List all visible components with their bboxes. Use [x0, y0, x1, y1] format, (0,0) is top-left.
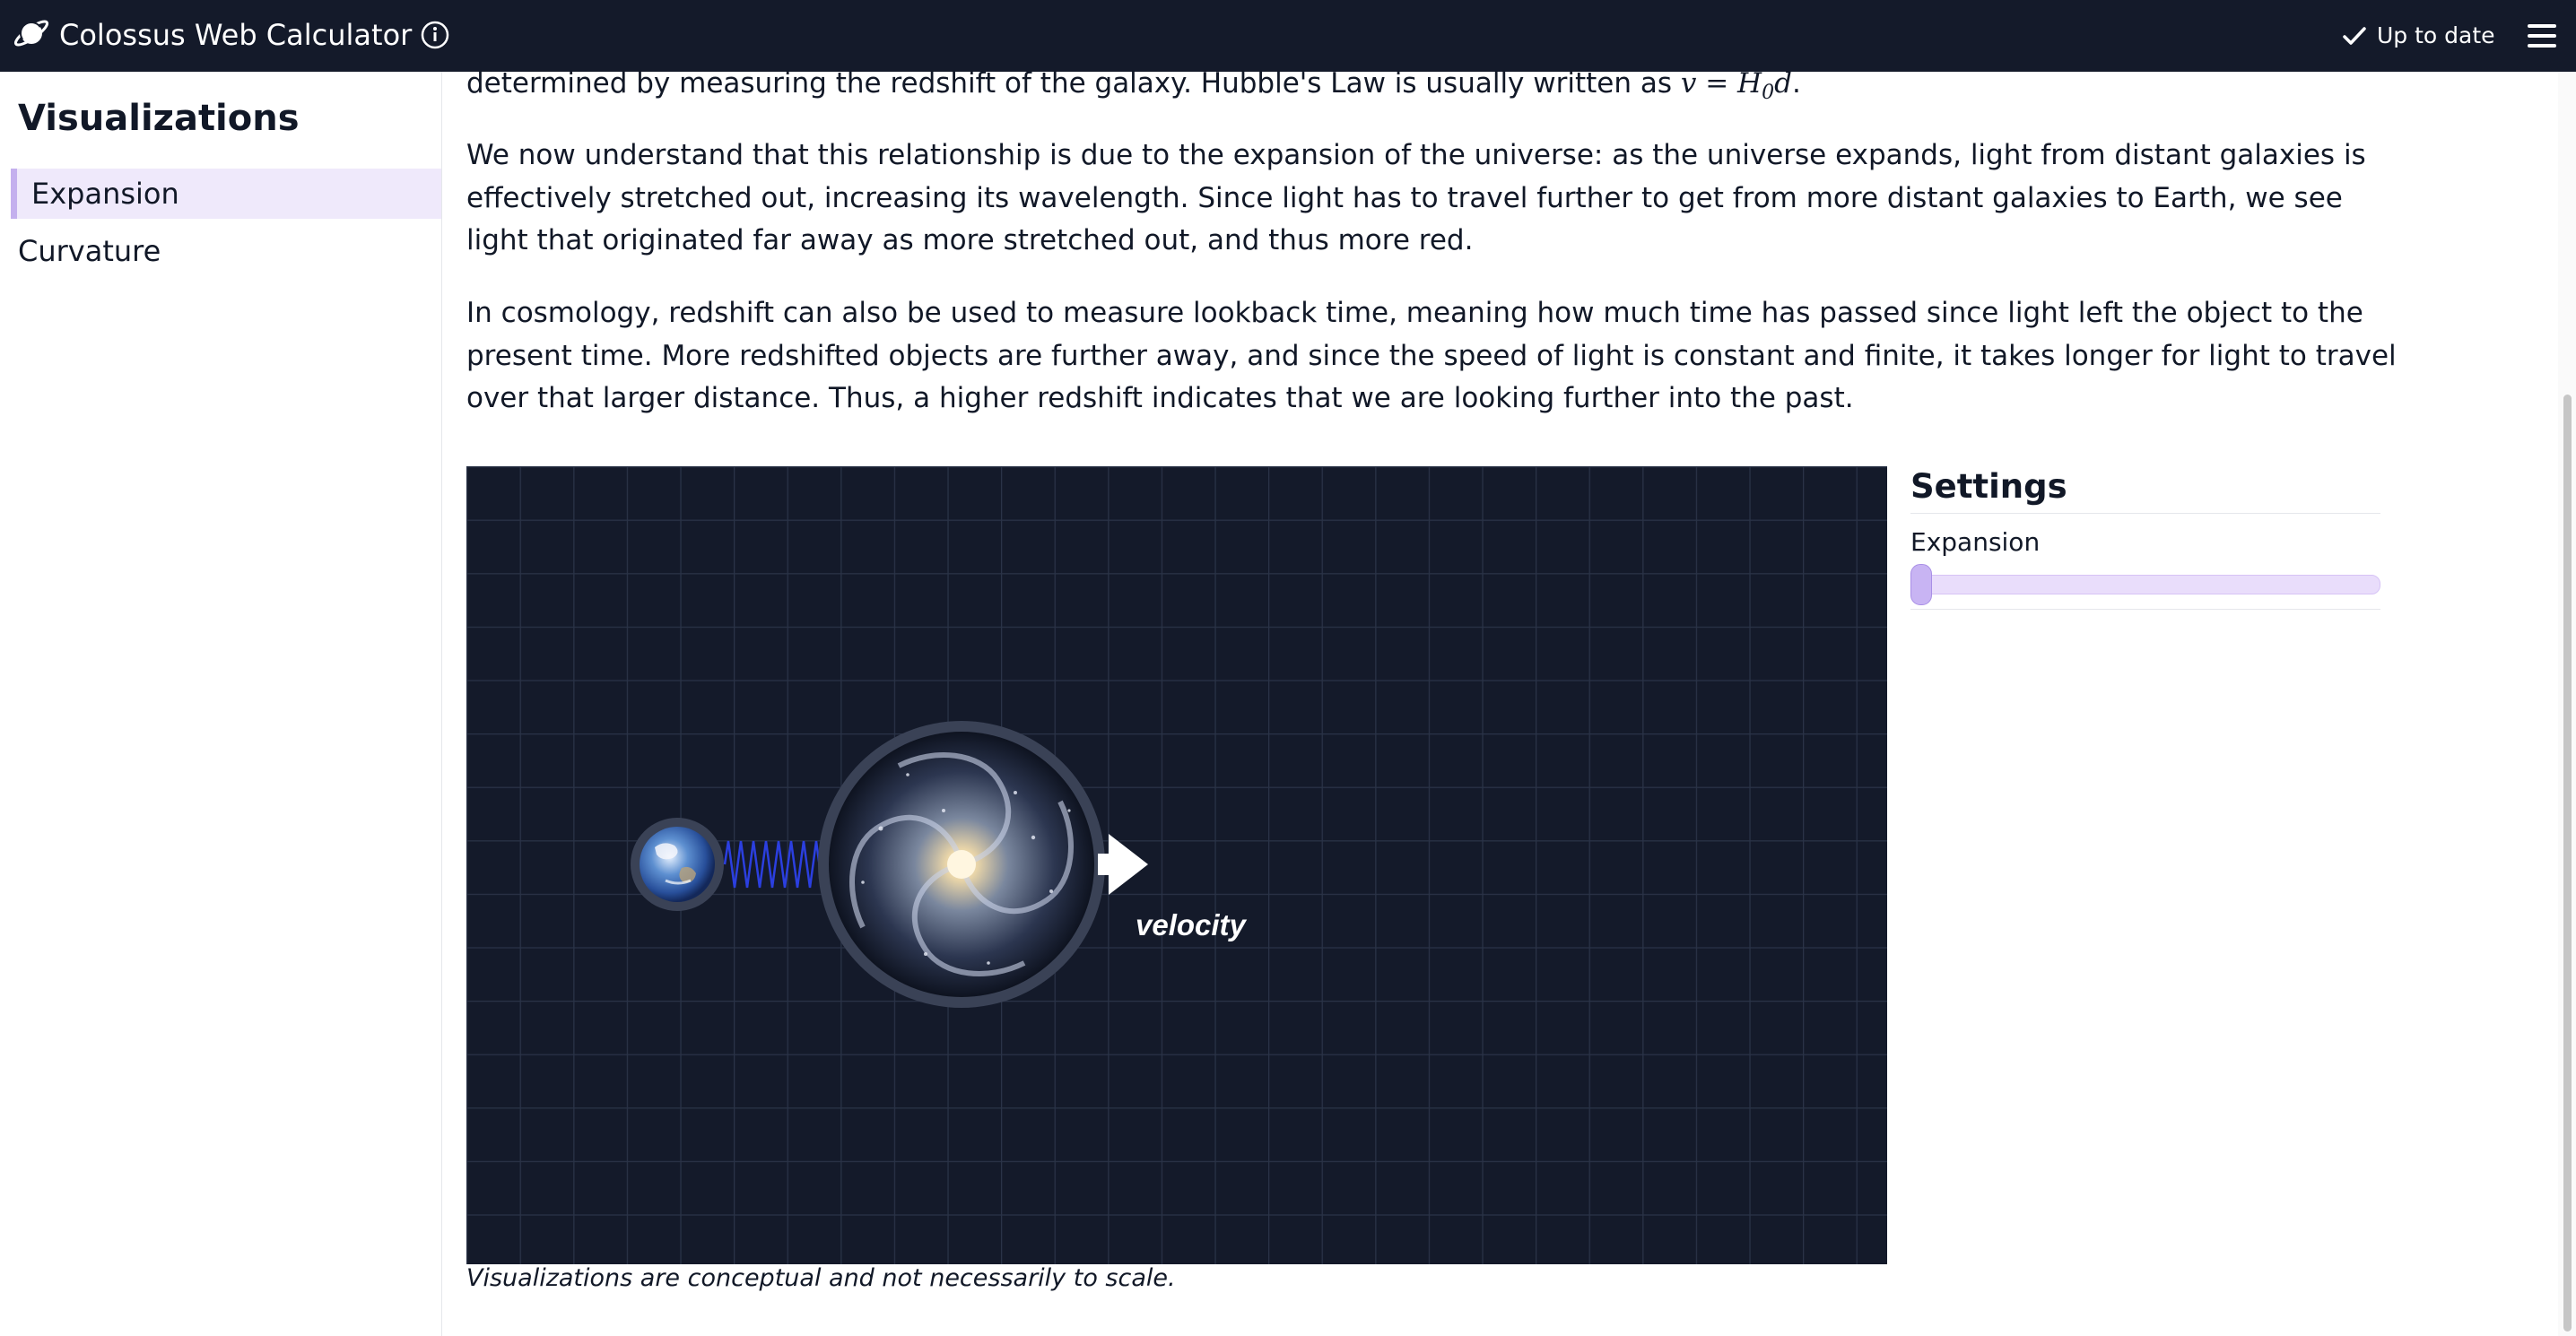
sidebar-item-curvature[interactable]: Curvature	[11, 226, 441, 276]
app-header: Colossus Web Calculator Up to date	[0, 0, 2576, 72]
paragraph-hubble-law: determined by measuring the redshift of …	[466, 67, 1801, 105]
settings-panel: Settings Expansion	[1910, 464, 2380, 610]
slider-thumb[interactable]	[1910, 564, 1932, 605]
expansion-slider[interactable]	[1910, 559, 2380, 610]
visualization-caption: Visualizations are conceptual and not ne…	[466, 1264, 1176, 1292]
app-title: Colossus Web Calculator	[59, 18, 413, 52]
scrollbar-thumb[interactable]	[2563, 395, 2572, 1332]
paragraph-lookback-time: In cosmology, redshift can also be used …	[466, 297, 2397, 414]
paragraph-expansion: We now understand that this relationship…	[466, 139, 2366, 256]
sidebar-heading: Visualizations	[18, 98, 300, 139]
info-icon[interactable]	[420, 20, 450, 50]
sidebar-item-expansion[interactable]: Expansion	[11, 169, 441, 219]
earth-image	[631, 818, 724, 911]
sidebar: Visualizations Expansion Curvature	[0, 72, 442, 1336]
settings-heading: Settings	[1910, 464, 2380, 514]
velocity-label: velocity	[1136, 908, 1248, 941]
expansion-slider-label: Expansion	[1910, 527, 2041, 557]
slider-track[interactable]	[1914, 575, 2380, 594]
planet-icon	[13, 20, 49, 47]
hamburger-menu-icon[interactable]	[2526, 20, 2558, 52]
status-text: Up to date	[2377, 22, 2495, 48]
hubble-formula: v = H0d	[1680, 67, 1792, 105]
sidebar-item-label: Curvature	[18, 234, 161, 268]
galaxy-image	[818, 721, 1105, 1008]
checkmark-icon	[2343, 27, 2366, 45]
expansion-visualization: velocity	[466, 466, 1887, 1264]
page-scrollbar[interactable]	[2558, 72, 2576, 1336]
update-status: Up to date	[2341, 20, 2495, 52]
sidebar-item-label: Expansion	[31, 177, 179, 211]
